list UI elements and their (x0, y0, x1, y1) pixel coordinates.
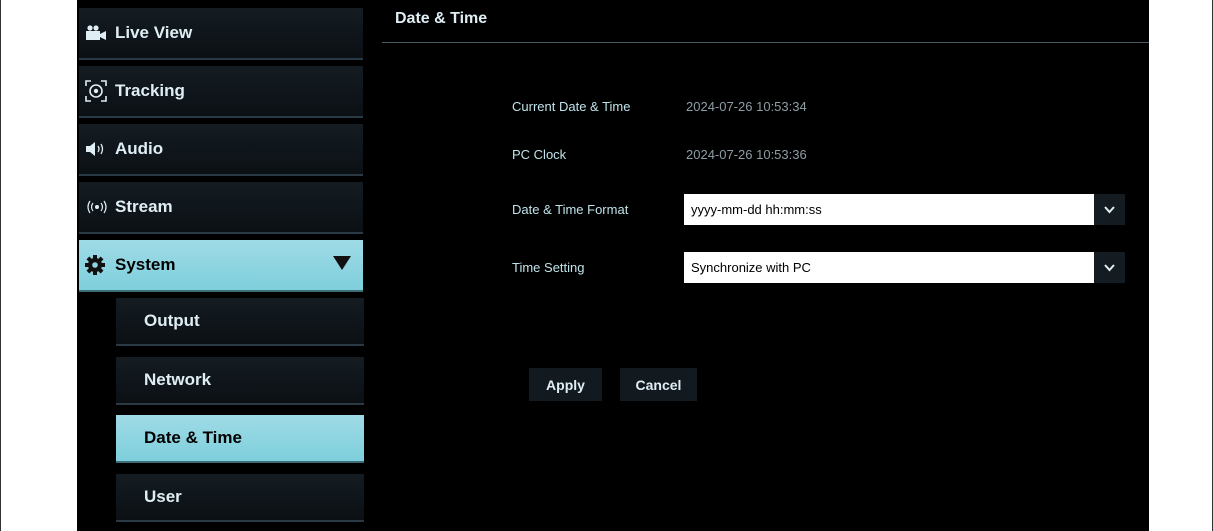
nav-item-label: Stream (115, 197, 173, 216)
time-setting-value: Synchronize with PC (691, 260, 811, 275)
nav-item-system[interactable]: System (79, 240, 363, 292)
nav-item-label: Audio (115, 139, 164, 158)
nav-item-stream[interactable]: Stream (79, 182, 363, 234)
current-date-time-label: Current Date & Time (512, 99, 631, 114)
time-setting-label: Time Setting (512, 260, 585, 275)
nav-item-label: Live View (115, 23, 193, 42)
date-time-format-select[interactable]: yyyy-mm-dd hh:mm:ss (684, 194, 1125, 225)
subnav-item-label: User (144, 487, 182, 506)
video-camera-icon (85, 25, 115, 41)
nav-item-label: Tracking (115, 81, 185, 100)
subnav-item-output[interactable]: Output (116, 298, 364, 346)
cancel-button[interactable]: Cancel (620, 368, 697, 401)
current-date-time-value: 2024-07-26 10:53:34 (686, 99, 807, 114)
page-title: Date & Time (395, 10, 488, 27)
dropdown-button[interactable] (1094, 252, 1125, 283)
subnav-item-label: Date & Time (144, 428, 242, 447)
tracking-icon (85, 80, 115, 102)
pc-clock-label: PC Clock (512, 147, 567, 162)
dropdown-button[interactable] (1094, 194, 1125, 225)
nav-item-tracking[interactable]: Tracking (79, 66, 363, 118)
time-setting-select[interactable]: Synchronize with PC (684, 252, 1125, 283)
apply-button[interactable]: Apply (529, 368, 602, 401)
subnav-item-network[interactable]: Network (116, 357, 364, 405)
subnav-item-label: Output (144, 311, 200, 330)
chevron-down-icon (1104, 259, 1115, 277)
nav-item-label: System (115, 255, 176, 274)
subnav-item-user[interactable]: User (116, 474, 364, 522)
date-time-format-label: Date & Time Format (512, 202, 629, 217)
app-window: Live View Tracking Audio Stream System O… (77, 0, 1149, 531)
gear-icon (85, 255, 115, 275)
broadcast-icon (85, 200, 115, 214)
subnav-item-date-time[interactable]: Date & Time (116, 415, 364, 463)
nav-item-audio[interactable]: Audio (79, 124, 363, 176)
chevron-down-icon (1104, 201, 1115, 219)
pc-clock-value: 2024-07-26 10:53:36 (686, 147, 807, 162)
frame-border-left (0, 0, 1, 531)
title-divider (382, 42, 1149, 43)
date-time-format-value: yyyy-mm-dd hh:mm:ss (691, 202, 822, 217)
caret-down-icon (333, 255, 351, 275)
subnav-item-label: Network (144, 370, 212, 389)
speaker-icon (85, 141, 115, 157)
nav-item-live-view[interactable]: Live View (79, 8, 363, 60)
